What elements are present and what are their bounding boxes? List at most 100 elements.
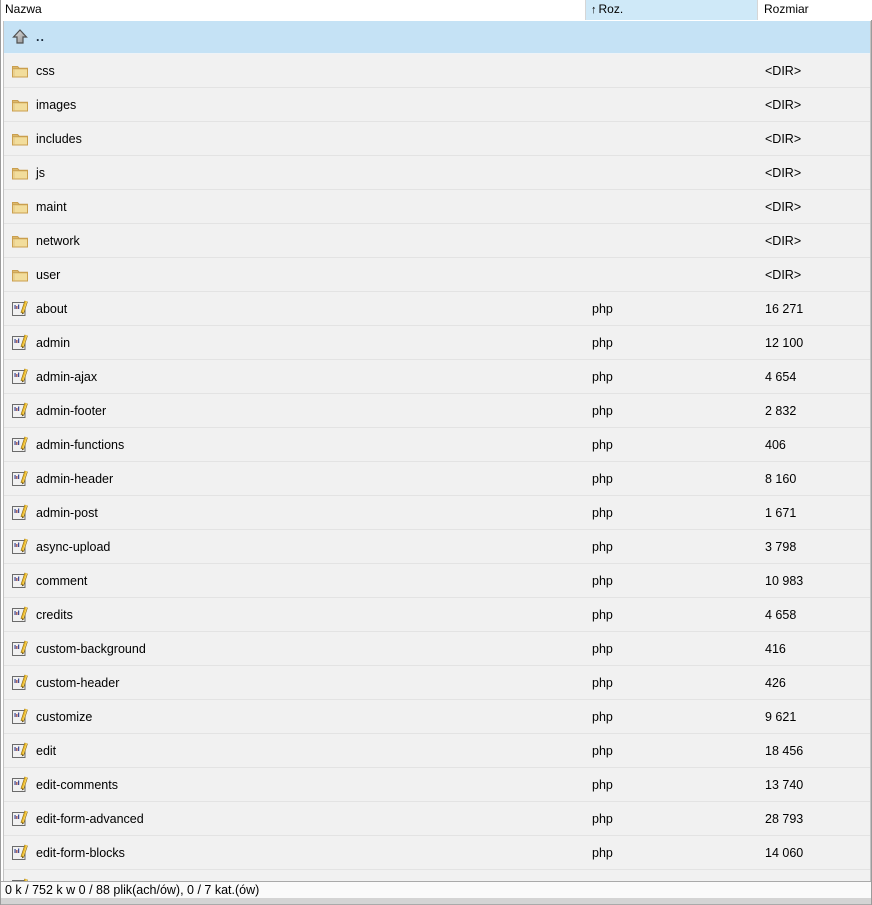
php-file-icon — [11, 640, 29, 658]
column-header-name-label: Nazwa — [5, 2, 42, 16]
php-file-icon — [11, 810, 29, 828]
entry-size: 10 983 — [765, 564, 803, 598]
file-row[interactable]: admin-functions php 406 — [4, 428, 870, 462]
column-header: Nazwa ↑Roz. Rozmiar — [1, 0, 871, 20]
entry-extension: php — [592, 360, 613, 394]
entry-name: user — [36, 258, 60, 292]
entry-size: 28 793 — [765, 802, 803, 836]
sort-ascending-icon: ↑ — [591, 4, 597, 16]
folder-row[interactable]: includes <DIR> — [4, 122, 870, 156]
entry-size: 3 798 — [765, 530, 796, 564]
php-file-icon — [11, 742, 29, 760]
file-row[interactable]: admin-ajax php 4 654 — [4, 360, 870, 394]
entry-extension: php — [592, 700, 613, 734]
entry-size: 2 832 — [765, 394, 796, 428]
selection-summary: 0 k / 752 k w 0 / 88 plik(ach/ów), 0 / 7… — [5, 883, 259, 897]
php-file-icon — [11, 368, 29, 386]
folder-icon — [11, 62, 29, 80]
entry-name: async-upload — [36, 530, 110, 564]
file-row[interactable]: custom-header php 426 — [4, 666, 870, 700]
folder-row[interactable]: user <DIR> — [4, 258, 870, 292]
folder-row[interactable]: js <DIR> — [4, 156, 870, 190]
file-row[interactable]: custom-background php 416 — [4, 632, 870, 666]
file-row[interactable]: comment php 10 983 — [4, 564, 870, 598]
file-manager-panel: Nazwa ↑Roz. Rozmiar — [0, 0, 872, 905]
folder-icon — [11, 198, 29, 216]
entry-size: 8 160 — [765, 462, 796, 496]
parent-dir-up-arrow-icon — [11, 28, 29, 46]
window-bottom-frame — [1, 898, 871, 905]
entry-name: network — [36, 224, 80, 258]
entry-size: <DIR> — [765, 258, 801, 292]
entry-name: custom-header — [36, 666, 119, 700]
php-file-icon — [11, 402, 29, 420]
entry-name: admin-header — [36, 462, 113, 496]
php-file-icon — [11, 674, 29, 692]
status-bar: 0 k / 752 k w 0 / 88 plik(ach/ów), 0 / 7… — [1, 881, 871, 898]
file-row[interactable]: admin-header php 8 160 — [4, 462, 870, 496]
entry-name: admin — [36, 326, 70, 360]
entry-extension: php — [592, 326, 613, 360]
entry-extension: php — [592, 462, 613, 496]
entry-extension: php — [592, 598, 613, 632]
folder-icon — [11, 266, 29, 284]
folder-row[interactable]: css <DIR> — [4, 54, 870, 88]
entry-size: <DIR> — [765, 224, 801, 258]
entry-extension: php — [592, 428, 613, 462]
entry-name: custom-background — [36, 632, 146, 666]
file-row[interactable]: edit-form-comment php 8 402 — [4, 870, 870, 881]
entry-name: maint — [36, 190, 67, 224]
folder-row[interactable]: maint <DIR> — [4, 190, 870, 224]
entry-name: edit-form-advanced — [36, 802, 144, 836]
entry-name: comment — [36, 564, 87, 598]
entry-name: includes — [36, 122, 82, 156]
column-header-size[interactable]: Rozmiar — [758, 0, 872, 20]
entry-name: admin-post — [36, 496, 98, 530]
entry-size: 416 — [765, 632, 786, 666]
file-row[interactable]: about php 16 271 — [4, 292, 870, 326]
folder-icon — [11, 130, 29, 148]
column-header-extension[interactable]: ↑Roz. — [586, 0, 758, 20]
entry-name: edit-form-comment — [36, 870, 141, 881]
file-row[interactable]: admin php 12 100 — [4, 326, 870, 360]
parent-dir-row[interactable]: .. — [4, 21, 870, 54]
entry-extension: php — [592, 632, 613, 666]
folder-icon — [11, 164, 29, 182]
file-row[interactable]: edit-form-blocks php 14 060 — [4, 836, 870, 870]
entry-name: about — [36, 292, 67, 326]
entry-extension: php — [592, 734, 613, 768]
entry-name: edit-comments — [36, 768, 118, 802]
entry-name: customize — [36, 700, 92, 734]
file-row[interactable]: edit-comments php 13 740 — [4, 768, 870, 802]
entry-name: js — [36, 156, 45, 190]
entry-size: <DIR> — [765, 54, 801, 88]
entry-size: 4 658 — [765, 598, 796, 632]
entry-extension: php — [592, 768, 613, 802]
file-row[interactable]: async-upload php 3 798 — [4, 530, 870, 564]
file-row[interactable]: admin-post php 1 671 — [4, 496, 870, 530]
php-file-icon — [11, 708, 29, 726]
php-file-icon — [11, 844, 29, 862]
column-header-name[interactable]: Nazwa — [1, 0, 586, 20]
entry-name: .. — [36, 21, 45, 54]
file-row[interactable]: edit-form-advanced php 28 793 — [4, 802, 870, 836]
entry-size: 14 060 — [765, 836, 803, 870]
php-file-icon — [11, 300, 29, 318]
entry-name: credits — [36, 598, 73, 632]
folder-row[interactable]: images <DIR> — [4, 88, 870, 122]
entry-size: 1 671 — [765, 496, 796, 530]
entry-size: <DIR> — [765, 88, 801, 122]
php-file-icon — [11, 470, 29, 488]
file-row[interactable]: edit php 18 456 — [4, 734, 870, 768]
file-row[interactable]: customize php 9 621 — [4, 700, 870, 734]
entry-name: edit-form-blocks — [36, 836, 125, 870]
entry-size: 4 654 — [765, 360, 796, 394]
file-row[interactable]: credits php 4 658 — [4, 598, 870, 632]
entry-name: images — [36, 88, 76, 122]
folder-icon — [11, 232, 29, 250]
entry-size: <DIR> — [765, 156, 801, 190]
folder-row[interactable]: network <DIR> — [4, 224, 870, 258]
php-file-icon — [11, 538, 29, 556]
file-row[interactable]: admin-footer php 2 832 — [4, 394, 870, 428]
php-file-icon — [11, 334, 29, 352]
